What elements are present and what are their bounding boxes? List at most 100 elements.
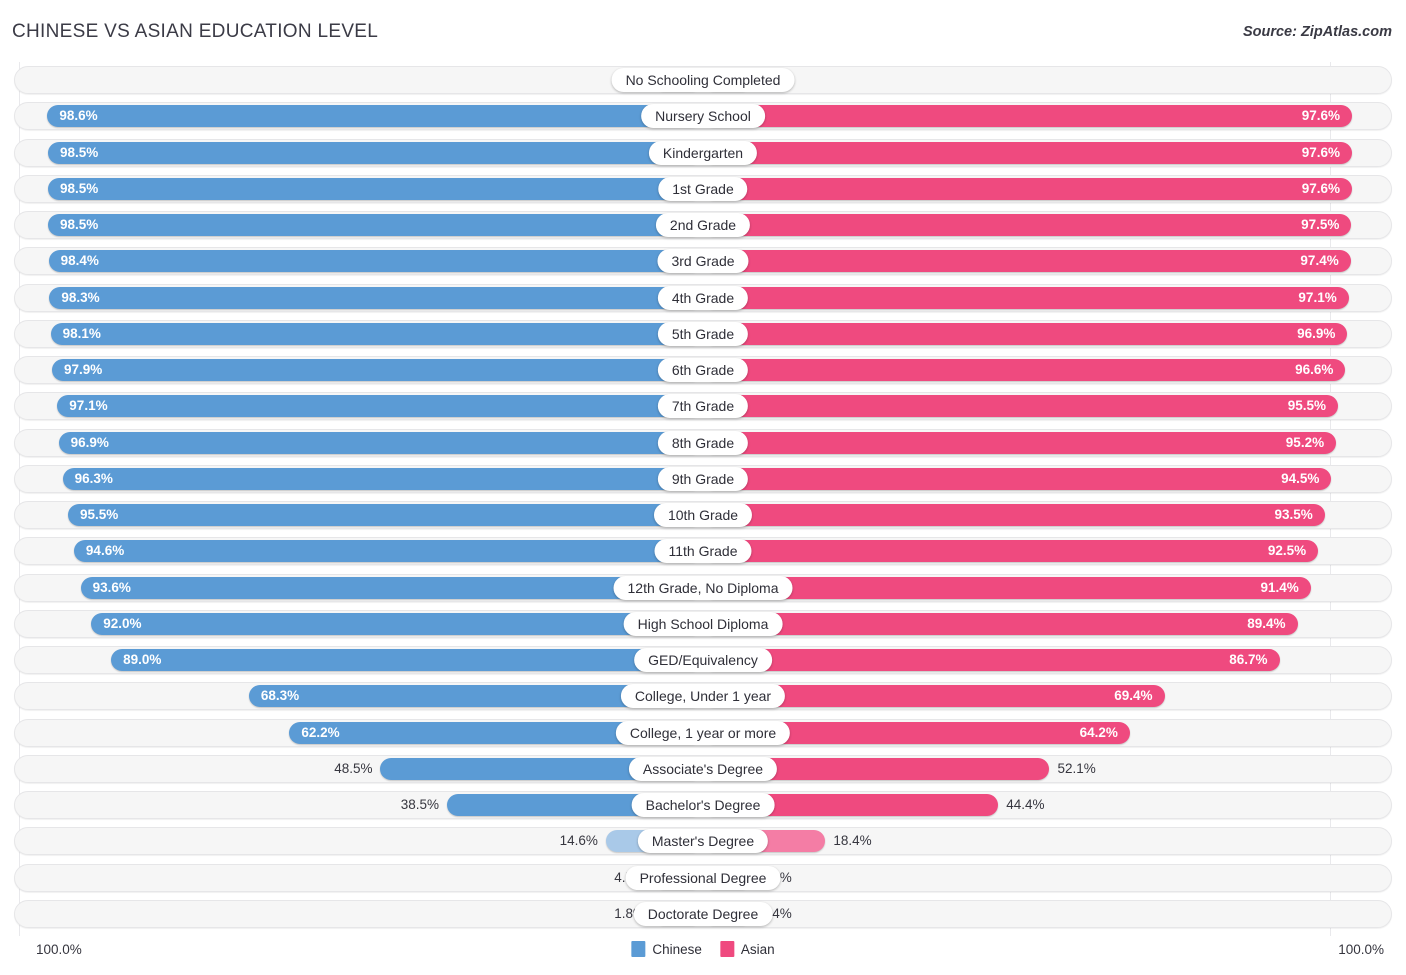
bar-chinese[interactable]: 97.9% bbox=[51, 359, 703, 381]
category-label[interactable]: No Schooling Completed bbox=[611, 68, 795, 92]
bar-value-chinese: 97.9% bbox=[63, 362, 103, 377]
bar-value-chinese: 68.3% bbox=[260, 688, 300, 704]
chart-row[interactable]: 1.8% 2.4% Doctorate Degree bbox=[14, 899, 1392, 928]
bar-chinese[interactable]: 98.5% bbox=[47, 214, 703, 236]
chart-row[interactable]: 96.9% 95.2% 8th Grade bbox=[14, 428, 1392, 457]
chart-row[interactable]: 62.2% 64.2% College, 1 year or more bbox=[14, 718, 1392, 747]
category-label[interactable]: College, Under 1 year bbox=[620, 684, 786, 709]
bar-chinese[interactable]: 98.3% bbox=[49, 286, 703, 309]
bar-chinese[interactable]: 94.6% bbox=[73, 540, 703, 563]
bar-asian[interactable]: 95.5% bbox=[703, 395, 1339, 418]
legend-item-asian[interactable]: Asian bbox=[719, 941, 775, 957]
chart-row[interactable]: 92.0% 89.4% High School Diploma bbox=[14, 609, 1392, 638]
chart-row[interactable]: 97.9% 96.6% 6th Grade bbox=[14, 356, 1392, 384]
category-label[interactable]: 5th Grade bbox=[657, 321, 749, 346]
bar-chinese[interactable]: 95.5% bbox=[67, 504, 703, 526]
category-label[interactable]: High School Diploma bbox=[623, 611, 783, 636]
bar-chinese[interactable]: 92.0% bbox=[91, 612, 703, 635]
chart-row[interactable]: 98.1% 96.9% 5th Grade bbox=[14, 319, 1392, 348]
category-label[interactable]: 9th Grade bbox=[657, 466, 749, 491]
chart-row[interactable]: 95.5% 93.5% 10th Grade bbox=[14, 501, 1392, 529]
bar-asian[interactable]: 86.7% bbox=[703, 649, 1280, 671]
bar-value-asian: 97.6% bbox=[1301, 180, 1341, 196]
category-label[interactable]: Master's Degree bbox=[637, 829, 769, 854]
bar-chinese[interactable]: 97.1% bbox=[57, 395, 703, 418]
chart-row[interactable]: 98.5% 97.5% 2nd Grade bbox=[14, 211, 1392, 239]
bar-value-chinese: 98.6% bbox=[59, 108, 98, 124]
chart-row[interactable]: 93.6% 91.4% 12th Grade, No Diploma bbox=[14, 573, 1392, 602]
category-label[interactable]: 10th Grade bbox=[653, 503, 753, 527]
bar-asian[interactable]: 92.5% bbox=[703, 540, 1319, 563]
chart-row[interactable]: 98.3% 97.1% 4th Grade bbox=[14, 283, 1392, 312]
chart-row[interactable]: 14.6% 18.4% Master's Degree bbox=[14, 827, 1392, 856]
category-label[interactable]: 8th Grade bbox=[657, 430, 749, 455]
bar-chinese[interactable]: 96.9% bbox=[58, 431, 703, 454]
chart-row[interactable]: 94.6% 92.5% 11th Grade bbox=[14, 537, 1392, 566]
category-label[interactable]: 11th Grade bbox=[654, 539, 752, 564]
bar-asian[interactable]: 94.5% bbox=[703, 467, 1332, 490]
category-label[interactable]: 6th Grade bbox=[657, 358, 749, 382]
bar-chinese[interactable]: 93.6% bbox=[80, 576, 703, 599]
category-label[interactable]: Professional Degree bbox=[625, 865, 781, 890]
bar-asian[interactable]: 97.6% bbox=[703, 141, 1353, 164]
bar-value-asian: 97.4% bbox=[1300, 253, 1339, 269]
bar-asian[interactable]: 97.1% bbox=[703, 286, 1349, 309]
bar-value-asian: 97.6% bbox=[1301, 144, 1341, 160]
legend-label: Asian bbox=[740, 941, 775, 957]
category-label[interactable]: Doctorate Degree bbox=[633, 901, 773, 926]
category-label[interactable]: College, 1 year or more bbox=[615, 720, 791, 745]
bar-asian[interactable]: 91.4% bbox=[703, 576, 1311, 599]
chart-row[interactable]: 98.5% 97.6% 1st Grade bbox=[14, 174, 1392, 203]
category-label[interactable]: 1st Grade bbox=[658, 176, 748, 201]
bar-chinese[interactable]: 98.1% bbox=[50, 322, 703, 345]
bar-value-chinese: 98.5% bbox=[59, 217, 99, 232]
bar-asian[interactable]: 89.4% bbox=[703, 612, 1298, 635]
bar-chinese[interactable]: 98.4% bbox=[48, 250, 703, 273]
category-label[interactable]: 3rd Grade bbox=[657, 249, 749, 274]
category-label[interactable]: Kindergarten bbox=[648, 140, 758, 165]
category-label[interactable]: 12th Grade, No Diploma bbox=[613, 575, 793, 600]
category-label[interactable]: Nursery School bbox=[641, 104, 765, 129]
diverging-bar-chart: 1.5%2.4%No Schooling Completed 98.6% 97.6%… bbox=[0, 62, 1406, 936]
bar-asian[interactable]: 97.6% bbox=[703, 177, 1353, 200]
bar-asian[interactable]: 97.4% bbox=[703, 250, 1351, 273]
category-label[interactable]: Associate's Degree bbox=[628, 756, 778, 781]
bar-asian[interactable]: 97.6% bbox=[703, 105, 1353, 128]
chart-row[interactable]: 97.1% 95.5% 7th Grade bbox=[14, 392, 1392, 421]
chart-row[interactable]: 98.5% 97.6% Kindergarten bbox=[14, 138, 1392, 167]
bar-value-asian: 44.4% bbox=[1006, 797, 1045, 812]
bar-asian[interactable]: 95.2% bbox=[703, 431, 1337, 454]
axis-max-right: 100.0% bbox=[1338, 942, 1384, 957]
bar-chinese[interactable]: 96.3% bbox=[62, 467, 703, 490]
bar-chinese[interactable]: 98.5% bbox=[47, 141, 703, 164]
source-attribution: Source: ZipAtlas.com bbox=[1242, 24, 1392, 40]
bar-asian[interactable]: 96.9% bbox=[703, 322, 1348, 345]
chart-row[interactable]: 48.5% 52.1% Associate's Degree bbox=[14, 754, 1392, 783]
chart-row[interactable]: 89.0% 86.7% GED/Equivalency bbox=[14, 646, 1392, 674]
bar-value-chinese: 98.3% bbox=[61, 289, 100, 305]
bar-value-chinese: 98.4% bbox=[60, 253, 99, 269]
chart-row[interactable]: 38.5% 44.4% Bachelor's Degree bbox=[14, 791, 1392, 819]
category-label[interactable]: 4th Grade bbox=[657, 285, 749, 310]
category-label[interactable]: Bachelor's Degree bbox=[631, 793, 775, 817]
bar-value-chinese: 92.0% bbox=[103, 615, 142, 631]
bar-value-asian: 95.5% bbox=[1287, 398, 1327, 414]
bar-chinese[interactable]: 98.5% bbox=[47, 177, 703, 200]
category-label[interactable]: GED/Equivalency bbox=[634, 648, 772, 672]
bar-value-asian: 96.6% bbox=[1295, 362, 1334, 377]
category-label[interactable]: 2nd Grade bbox=[655, 213, 751, 237]
legend-item-chinese[interactable]: Chinese bbox=[631, 941, 702, 957]
bar-asian[interactable]: 93.5% bbox=[703, 504, 1325, 526]
chart-row[interactable]: 98.4% 97.4% 3rd Grade bbox=[14, 247, 1392, 276]
chart-row[interactable]: 96.3% 94.5% 9th Grade bbox=[14, 464, 1392, 493]
bar-chinese[interactable]: 98.6% bbox=[47, 105, 703, 128]
chart-row[interactable]: 1.5%2.4%No Schooling Completed bbox=[14, 66, 1392, 94]
bar-asian[interactable]: 97.5% bbox=[703, 214, 1352, 236]
bar-asian[interactable]: 96.6% bbox=[703, 359, 1346, 381]
bar-chinese[interactable]: 89.0% bbox=[111, 649, 703, 671]
bar-value-chinese: 89.0% bbox=[123, 652, 162, 667]
chart-row[interactable]: 68.3% 69.4% College, Under 1 year bbox=[14, 682, 1392, 711]
category-label[interactable]: 7th Grade bbox=[657, 394, 749, 419]
chart-row[interactable]: 4.5%5.5%Professional Degree bbox=[14, 863, 1392, 892]
chart-row[interactable]: 98.6% 97.6% Nursery School bbox=[14, 102, 1392, 131]
